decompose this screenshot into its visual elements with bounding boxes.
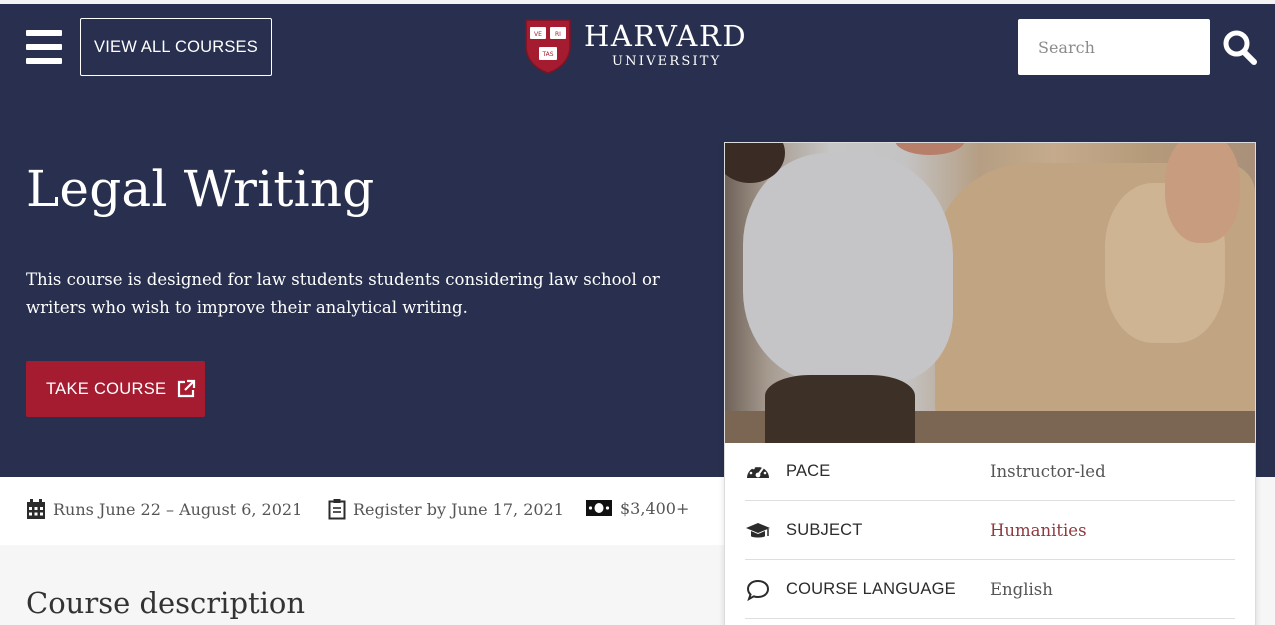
search-icon[interactable] bbox=[1222, 29, 1258, 67]
logo-wordmark: HARVARD bbox=[584, 19, 748, 53]
calendar-icon bbox=[27, 499, 45, 519]
detail-label: COURSE LANGUAGE bbox=[786, 580, 956, 598]
gauge-icon bbox=[747, 464, 769, 478]
shield-text-tas: TAS bbox=[541, 51, 553, 58]
subject-link[interactable]: Humanities bbox=[990, 521, 1087, 540]
course-photo bbox=[725, 143, 1255, 443]
meta-register: Register by June 17, 2021 bbox=[328, 498, 564, 520]
money-icon bbox=[586, 500, 612, 516]
detail-row-subject: SUBJECT Humanities bbox=[745, 502, 1235, 560]
course-title: Legal Writing bbox=[26, 160, 375, 218]
shield-text-ve: VE bbox=[534, 31, 542, 38]
view-all-courses-button[interactable]: VIEW ALL COURSES bbox=[80, 18, 272, 76]
course-summary: This course is designed for law students… bbox=[26, 270, 660, 317]
meta-runs: Runs June 22 – August 6, 2021 bbox=[26, 498, 302, 520]
detail-row-pace: PACE Instructor-led bbox=[745, 443, 1235, 501]
detail-value: English bbox=[990, 580, 1053, 599]
search-input[interactable] bbox=[1018, 19, 1210, 75]
logo-subtitle: UNIVERSITY bbox=[612, 54, 722, 69]
speech-bubble-icon bbox=[746, 579, 770, 602]
course-details-card: PACE Instructor-led SUBJECT Humanities C… bbox=[724, 142, 1256, 625]
clipboard-icon bbox=[328, 499, 346, 520]
detail-label: SUBJECT bbox=[786, 521, 863, 539]
hamburger-menu-icon[interactable] bbox=[26, 30, 62, 64]
external-link-icon bbox=[178, 379, 196, 398]
detail-label: PACE bbox=[786, 462, 831, 480]
take-course-button[interactable]: TAKE COURSE bbox=[26, 361, 205, 417]
detail-row-language: COURSE LANGUAGE English bbox=[745, 561, 1235, 619]
graduation-cap-icon bbox=[746, 523, 770, 538]
meta-price: $3,400+ bbox=[585, 498, 689, 518]
course-description-heading: Course description bbox=[26, 586, 306, 620]
detail-value: Instructor-led bbox=[990, 462, 1106, 481]
harvard-logo[interactable]: VE RI TAS HARVARD UNIVERSITY bbox=[524, 18, 754, 74]
price-text: $3,400+ bbox=[620, 498, 690, 518]
runs-text: Runs June 22 – August 6, 2021 bbox=[53, 499, 303, 519]
shield-text-ri: RI bbox=[555, 31, 561, 38]
harvard-shield-icon: VE RI TAS bbox=[525, 19, 571, 74]
register-text: Register by June 17, 2021 bbox=[353, 499, 564, 519]
take-course-label: TAKE COURSE bbox=[46, 379, 167, 398]
